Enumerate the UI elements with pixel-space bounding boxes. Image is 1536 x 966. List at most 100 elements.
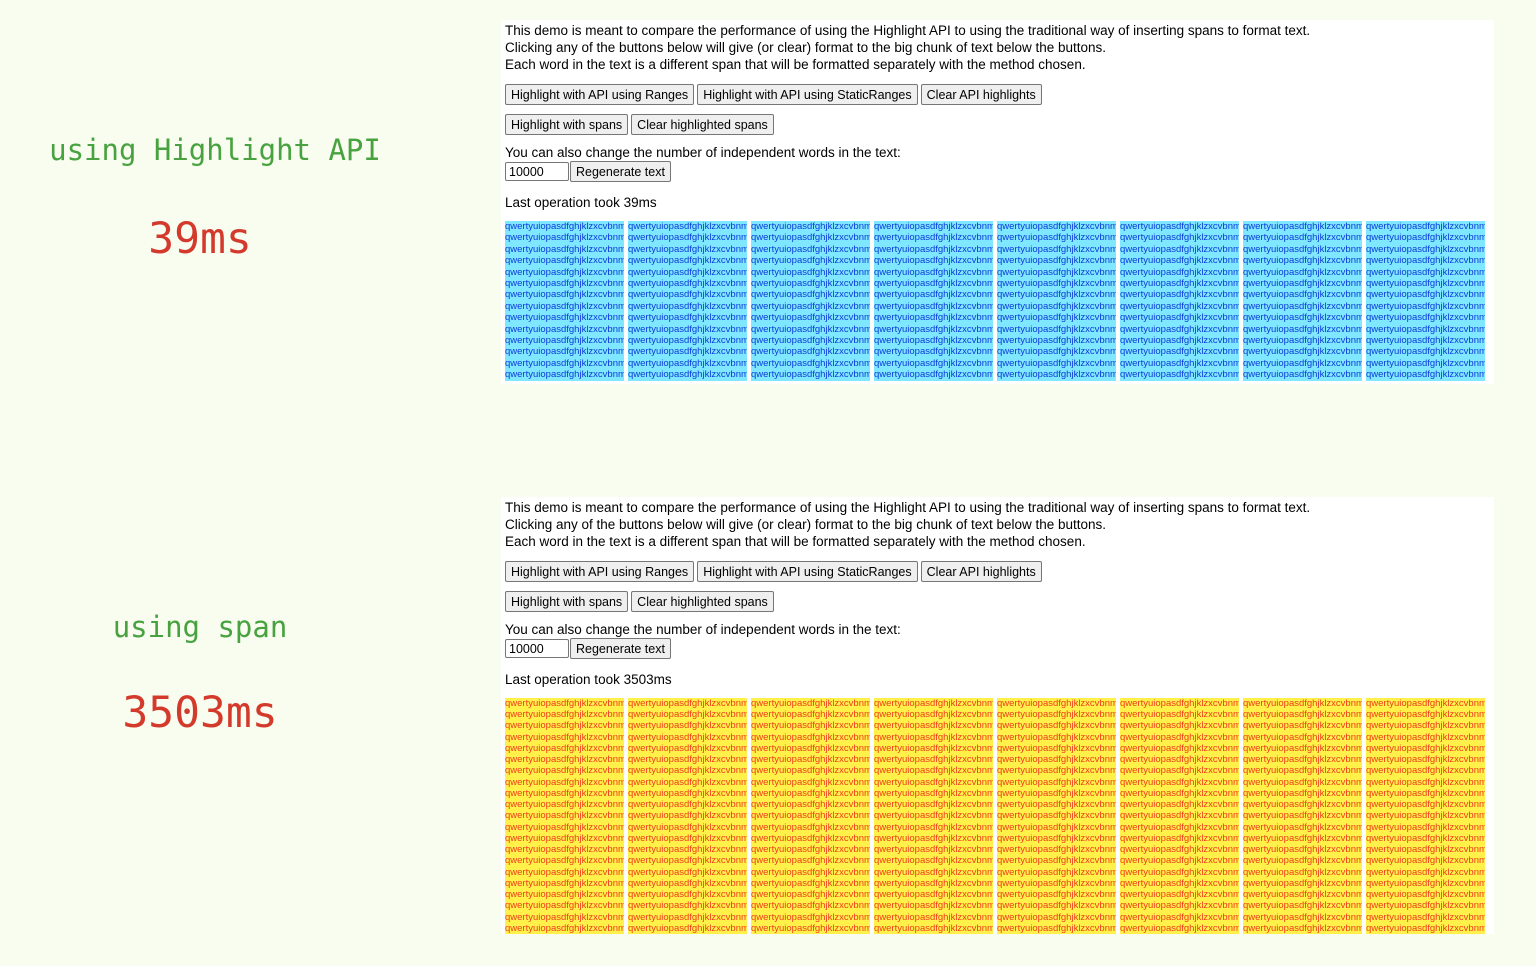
word-span: qwertyuiopasdfghjklzxcvbnm — [1243, 335, 1362, 347]
word-span: qwertyuiopasdfghjklzxcvbnm — [751, 742, 870, 755]
word-span: qwertyuiopasdfghjklzxcvbnm — [505, 844, 624, 856]
word-span: qwertyuiopasdfghjklzxcvbnm — [874, 799, 993, 811]
word-span: qwertyuiopasdfghjklzxcvbnm — [751, 357, 870, 370]
word-span: qwertyuiopasdfghjklzxcvbnm — [505, 278, 624, 290]
method-label-highlight-api: using Highlight API — [49, 133, 381, 167]
word-span: qwertyuiopasdfghjklzxcvbnm — [874, 821, 993, 833]
word-count-input[interactable] — [505, 162, 569, 181]
word-span: qwertyuiopasdfghjklzxcvbnm — [1243, 754, 1362, 766]
word-span: qwertyuiopasdfghjklzxcvbnm — [628, 810, 747, 822]
word-span: qwertyuiopasdfghjklzxcvbnm — [1120, 346, 1239, 358]
word-span: qwertyuiopasdfghjklzxcvbnm — [1120, 821, 1239, 833]
highlight-spans-button[interactable]: Highlight with spans — [505, 591, 629, 612]
word-span: qwertyuiopasdfghjklzxcvbnm — [1366, 369, 1485, 381]
regenerate-text-button[interactable]: Regenerate text — [570, 638, 671, 659]
word-span: qwertyuiopasdfghjklzxcvbnm — [874, 266, 993, 279]
word-span: qwertyuiopasdfghjklzxcvbnm — [628, 832, 747, 845]
word-span: qwertyuiopasdfghjklzxcvbnm — [1120, 742, 1239, 755]
word-span: qwertyuiopasdfghjklzxcvbnm — [1120, 765, 1239, 777]
word-span: qwertyuiopasdfghjklzxcvbnm — [751, 698, 870, 710]
word-span: qwertyuiopasdfghjklzxcvbnm — [1120, 232, 1239, 244]
word-span: qwertyuiopasdfghjklzxcvbnm — [505, 754, 624, 766]
word-span: qwertyuiopasdfghjklzxcvbnm — [1243, 698, 1362, 710]
word-span: qwertyuiopasdfghjklzxcvbnm — [1366, 911, 1485, 923]
clear-api-highlights-button[interactable]: Clear API highlights — [920, 84, 1042, 105]
word-span: qwertyuiopasdfghjklzxcvbnm — [997, 765, 1116, 777]
word-span: qwertyuiopasdfghjklzxcvbnm — [751, 346, 870, 358]
word-count-input[interactable] — [505, 639, 569, 658]
word-span: qwertyuiopasdfghjklzxcvbnm — [1243, 866, 1362, 878]
word-span: qwertyuiopasdfghjklzxcvbnm — [751, 889, 870, 901]
word-span: qwertyuiopasdfghjklzxcvbnm — [874, 221, 993, 233]
word-span: qwertyuiopasdfghjklzxcvbnm — [874, 300, 993, 313]
word-span: qwertyuiopasdfghjklzxcvbnm — [997, 300, 1116, 313]
word-span: qwertyuiopasdfghjklzxcvbnm — [628, 346, 747, 358]
word-span: qwertyuiopasdfghjklzxcvbnm — [1366, 787, 1485, 800]
word-span: qwertyuiopasdfghjklzxcvbnm — [874, 278, 993, 290]
last-operation-text: Last operation took 3503ms — [505, 672, 672, 687]
word-span: qwertyuiopasdfghjklzxcvbnm — [1120, 810, 1239, 822]
word-span: qwertyuiopasdfghjklzxcvbnm — [1366, 232, 1485, 244]
word-span: qwertyuiopasdfghjklzxcvbnm — [1243, 720, 1362, 732]
word-span: qwertyuiopasdfghjklzxcvbnm — [628, 357, 747, 370]
word-span: qwertyuiopasdfghjklzxcvbnm — [874, 232, 993, 244]
word-span: qwertyuiopasdfghjklzxcvbnm — [505, 832, 624, 845]
word-span: qwertyuiopasdfghjklzxcvbnm — [505, 289, 624, 301]
word-span: qwertyuiopasdfghjklzxcvbnm — [751, 255, 870, 267]
highlight-static-ranges-button[interactable]: Highlight with API using StaticRanges — [697, 84, 918, 105]
word-span: qwertyuiopasdfghjklzxcvbnm — [1243, 232, 1362, 244]
clear-spans-button[interactable]: Clear highlighted spans — [631, 591, 774, 612]
highlight-static-ranges-button[interactable]: Highlight with API using StaticRanges — [697, 561, 918, 582]
highlighted-text-block: qwertyuiopasdfghjklzxcvbnm qwertyuiopasdf… — [505, 221, 1490, 383]
word-span: qwertyuiopasdfghjklzxcvbnm — [997, 289, 1116, 301]
word-span: qwertyuiopasdfghjklzxcvbnm — [505, 866, 624, 878]
word-span: qwertyuiopasdfghjklzxcvbnm — [505, 369, 624, 381]
word-span: qwertyuiopasdfghjklzxcvbnm — [628, 742, 747, 755]
word-span: qwertyuiopasdfghjklzxcvbnm — [1366, 832, 1485, 845]
word-span: qwertyuiopasdfghjklzxcvbnm — [1366, 221, 1485, 233]
word-span: qwertyuiopasdfghjklzxcvbnm — [628, 278, 747, 290]
word-span: qwertyuiopasdfghjklzxcvbnm — [1366, 765, 1485, 777]
word-span: qwertyuiopasdfghjklzxcvbnm — [751, 821, 870, 833]
clear-spans-button[interactable]: Clear highlighted spans — [631, 114, 774, 135]
word-span: qwertyuiopasdfghjklzxcvbnm — [874, 832, 993, 845]
word-span: qwertyuiopasdfghjklzxcvbnm — [874, 709, 993, 721]
word-span: qwertyuiopasdfghjklzxcvbnm — [1366, 889, 1485, 901]
word-count-label: You can also change the number of indepe… — [505, 145, 901, 160]
highlight-spans-button[interactable]: Highlight with spans — [505, 114, 629, 135]
intro-line: Clicking any of the buttons below will g… — [505, 40, 1107, 55]
intro-line: This demo is meant to compare the perfor… — [505, 500, 1311, 515]
word-span: qwertyuiopasdfghjklzxcvbnm — [874, 731, 993, 743]
word-span: qwertyuiopasdfghjklzxcvbnm — [1243, 911, 1362, 923]
word-span: qwertyuiopasdfghjklzxcvbnm — [751, 731, 870, 743]
regenerate-row: Regenerate text — [505, 161, 1490, 182]
highlight-ranges-button[interactable]: Highlight with API using Ranges — [505, 561, 695, 582]
clear-api-highlights-button[interactable]: Clear API highlights — [920, 561, 1042, 582]
word-span: qwertyuiopasdfghjklzxcvbnm — [997, 844, 1116, 856]
word-span: qwertyuiopasdfghjklzxcvbnm — [505, 731, 624, 743]
word-span: qwertyuiopasdfghjklzxcvbnm — [997, 832, 1116, 845]
word-span: qwertyuiopasdfghjklzxcvbnm — [1243, 889, 1362, 901]
highlight-ranges-button[interactable]: Highlight with API using Ranges — [505, 84, 695, 105]
word-span: qwertyuiopasdfghjklzxcvbnm — [1366, 266, 1485, 279]
word-span: qwertyuiopasdfghjklzxcvbnm — [505, 922, 624, 934]
word-span: qwertyuiopasdfghjklzxcvbnm — [505, 221, 624, 233]
regenerate-text-button[interactable]: Regenerate text — [570, 161, 671, 182]
word-span: qwertyuiopasdfghjklzxcvbnm — [751, 278, 870, 290]
word-span: qwertyuiopasdfghjklzxcvbnm — [997, 369, 1116, 381]
word-span: qwertyuiopasdfghjklzxcvbnm — [1366, 289, 1485, 301]
word-span: qwertyuiopasdfghjklzxcvbnm — [628, 323, 747, 336]
word-span: qwertyuiopasdfghjklzxcvbnm — [628, 720, 747, 732]
word-span: qwertyuiopasdfghjklzxcvbnm — [1243, 776, 1362, 788]
word-span: qwertyuiopasdfghjklzxcvbnm — [1366, 323, 1485, 336]
word-span: qwertyuiopasdfghjklzxcvbnm — [997, 855, 1116, 867]
word-span: qwertyuiopasdfghjklzxcvbnm — [1243, 877, 1362, 889]
word-span: qwertyuiopasdfghjklzxcvbnm — [997, 799, 1116, 811]
word-span: qwertyuiopasdfghjklzxcvbnm — [1366, 821, 1485, 833]
word-span: qwertyuiopasdfghjklzxcvbnm — [997, 720, 1116, 732]
word-span: qwertyuiopasdfghjklzxcvbnm — [1243, 765, 1362, 777]
word-span: qwertyuiopasdfghjklzxcvbnm — [1243, 289, 1362, 301]
word-span: qwertyuiopasdfghjklzxcvbnm — [1120, 357, 1239, 370]
word-span: qwertyuiopasdfghjklzxcvbnm — [1120, 369, 1239, 381]
word-span: qwertyuiopasdfghjklzxcvbnm — [997, 243, 1116, 256]
